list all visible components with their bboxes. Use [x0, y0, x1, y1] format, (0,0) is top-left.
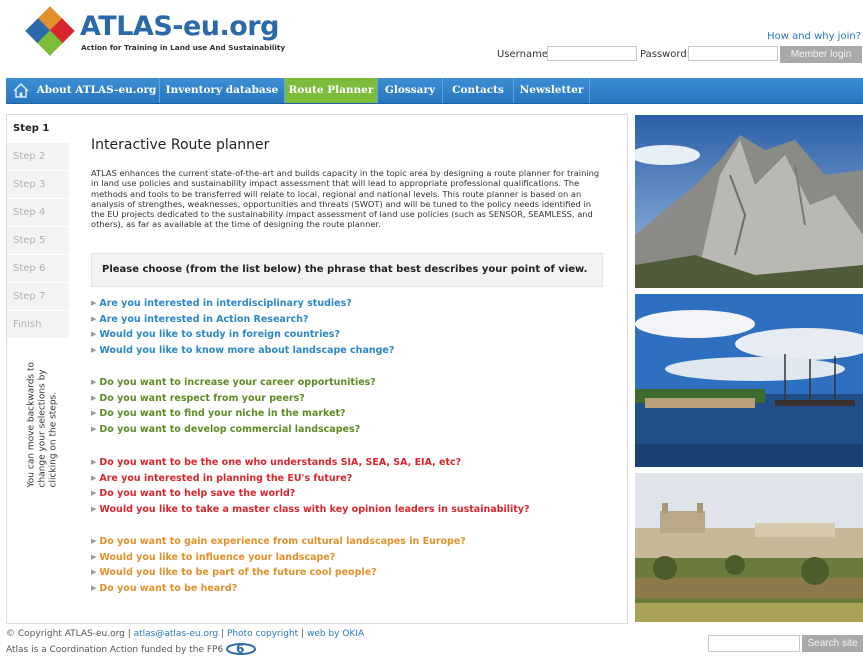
- question-group-red: ▶ Do you want to be the one who understan…: [91, 457, 529, 519]
- nav-inventory-database[interactable]: Inventory database: [160, 78, 285, 103]
- arrow-icon: ▶: [91, 504, 97, 513]
- choose-prompt: Please choose (from the list below) the …: [102, 264, 588, 275]
- footer: © Copyright ATLAS-eu.org | atlas@atlas-e…: [6, 627, 364, 657]
- question-link[interactable]: ▶ Would you like to influence your landsc…: [91, 552, 466, 568]
- harbour-photo: [635, 294, 863, 467]
- arrow-icon: ▶: [91, 458, 97, 466]
- join-link[interactable]: How and why join?: [767, 31, 861, 42]
- login-form: Username: Password: Member login: [490, 46, 863, 64]
- search-input[interactable]: [708, 635, 800, 652]
- arrow-icon: ▶: [91, 473, 97, 482]
- question-link[interactable]: ▶ Do you want to be heard?: [91, 583, 466, 599]
- arrow-icon: ▶: [91, 393, 97, 402]
- steps-note-text: You can move backwards to change your se…: [26, 361, 59, 488]
- arrow-icon: ▶: [91, 345, 97, 354]
- web-credit-link[interactable]: web by OKIA: [307, 629, 364, 639]
- step-1[interactable]: Step 1: [7, 115, 69, 143]
- username-input[interactable]: [547, 46, 637, 61]
- logo-mark: [25, 6, 75, 56]
- arrow-icon: ▶: [91, 552, 97, 561]
- question-link[interactable]: ▶ Do you want to help save the world?: [91, 488, 529, 504]
- steps-note: You can move backwards to change your se…: [13, 341, 73, 491]
- main-nav: About ATLAS-eu.org Inventory database Ro…: [6, 78, 863, 104]
- question-link[interactable]: ▶ Would you like to take a master class w…: [91, 504, 529, 520]
- step-7[interactable]: Step 7: [7, 283, 69, 311]
- step-3[interactable]: Step 3: [7, 171, 69, 199]
- copyright-text: © Copyright ATLAS-eu.org: [6, 629, 125, 639]
- question-link[interactable]: ▶ Are you interested in Action Research?: [91, 314, 394, 330]
- photo-copyright-link[interactable]: Photo copyright: [227, 629, 298, 639]
- choose-prompt-box: Please choose (from the list below) the …: [91, 253, 603, 287]
- steps-nav: Step 1 Step 2 Step 3 Step 4 Step 5 Step …: [7, 115, 69, 339]
- nav-newsletter[interactable]: Newsletter: [514, 78, 590, 103]
- footer-line-1: © Copyright ATLAS-eu.org | atlas@atlas-e…: [6, 629, 365, 639]
- nav-route-planner[interactable]: Route Planner: [285, 78, 378, 103]
- intro-text: ATLAS enhances the current state-of-the-…: [91, 168, 600, 230]
- question-link[interactable]: ▶ Are you interested in planning the EU's…: [91, 473, 529, 489]
- password-input[interactable]: [688, 46, 778, 61]
- question-link[interactable]: ▶ Do you want to gain experience from cul…: [91, 536, 466, 552]
- arrow-icon: ▶: [91, 489, 97, 497]
- question-link[interactable]: ▶ Do you want to develop commercial lands…: [91, 424, 376, 440]
- step-4[interactable]: Step 4: [7, 199, 69, 227]
- arrow-icon: ▶: [91, 378, 97, 386]
- arrow-icon: ▶: [91, 299, 97, 307]
- nav-about[interactable]: About ATLAS-eu.org: [34, 78, 160, 103]
- fp6-logo: 6: [226, 642, 257, 656]
- arrow-icon: ▶: [91, 568, 97, 576]
- password-label: Password:: [640, 49, 691, 60]
- question-group-orange: ▶ Do you want to gain experience from cul…: [91, 536, 466, 598]
- home-icon[interactable]: [10, 78, 32, 103]
- member-login-button[interactable]: Member login: [780, 46, 862, 63]
- question-link[interactable]: ▶ Would you like to be part of the future…: [91, 567, 466, 583]
- funding-text: Atlas is a Coordination Action funded by…: [6, 645, 224, 655]
- logo-title: ATLAS-eu.org: [80, 11, 279, 42]
- svg-text:6: 6: [236, 642, 244, 655]
- castle-photo: [635, 473, 863, 622]
- mountain-photo: [635, 115, 863, 288]
- step-5[interactable]: Step 5: [7, 227, 69, 255]
- question-group-blue: ▶ Are you interested in interdisciplinary…: [91, 298, 394, 360]
- nav-glossary[interactable]: Glossary: [378, 78, 443, 103]
- username-label: Username:: [497, 49, 552, 60]
- arrow-icon: ▶: [91, 314, 97, 323]
- question-link[interactable]: ▶ Do you want to increase your career opp…: [91, 377, 376, 393]
- question-link[interactable]: ▶ Would you like to study in foreign coun…: [91, 329, 394, 345]
- question-link[interactable]: ▶ Do you want respect from your peers?: [91, 393, 376, 409]
- arrow-icon: ▶: [91, 409, 97, 417]
- arrow-icon: ▶: [91, 330, 97, 338]
- search-button[interactable]: Search site: [802, 635, 863, 652]
- logo-subtitle: Action for Training in Land use And Sust…: [81, 43, 286, 52]
- step-2[interactable]: Step 2: [7, 143, 69, 171]
- site-logo[interactable]: ATLAS-eu.org Action for Training in Land…: [25, 6, 285, 56]
- step-finish[interactable]: Finish: [7, 311, 69, 339]
- page-title: Interactive Route planner: [91, 137, 270, 153]
- route-planner-panel: Step 1 Step 2 Step 3 Step 4 Step 5 Step …: [6, 114, 628, 624]
- email-link[interactable]: atlas@atlas-eu.org: [134, 629, 219, 639]
- nav-contacts[interactable]: Contacts: [443, 78, 514, 103]
- arrow-icon: ▶: [91, 537, 97, 545]
- step-6[interactable]: Step 6: [7, 255, 69, 283]
- arrow-icon: ▶: [91, 583, 97, 592]
- arrow-icon: ▶: [91, 424, 97, 433]
- footer-line-2: Atlas is a Coordination Action funded by…: [6, 641, 364, 657]
- question-group-green: ▶ Do you want to increase your career opp…: [91, 377, 376, 439]
- question-link[interactable]: ▶ Are you interested in interdisciplinary…: [91, 298, 394, 314]
- question-link[interactable]: ▶ Do you want to find your niche in the m…: [91, 408, 376, 424]
- question-link[interactable]: ▶ Would you like to know more about lands…: [91, 345, 394, 361]
- question-link[interactable]: ▶ Do you want to be the one who understan…: [91, 457, 529, 473]
